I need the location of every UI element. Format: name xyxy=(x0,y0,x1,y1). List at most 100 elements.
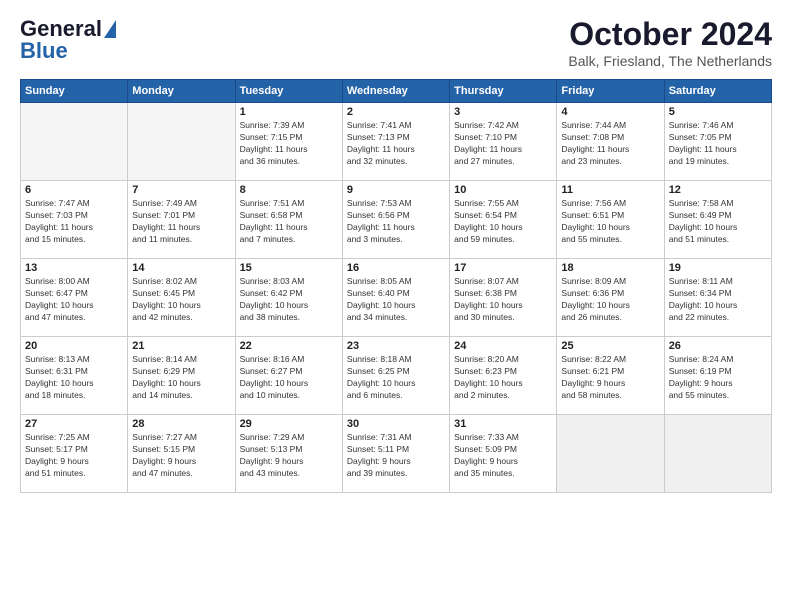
calendar-cell: 6Sunrise: 7:47 AM Sunset: 7:03 PM Daylig… xyxy=(21,181,128,259)
calendar-cell: 12Sunrise: 7:58 AM Sunset: 6:49 PM Dayli… xyxy=(664,181,771,259)
calendar-cell: 9 Sunrise: 7:53 AM Sunset: 6:56 PM Daylig… xyxy=(342,181,449,259)
calendar-cell: 18Sunrise: 8:09 AM Sunset: 6:36 PM Dayli… xyxy=(557,259,664,337)
calendar-cell: 26 Sunrise: 8:24 AM Sunset: 6:19 PM Dayli… xyxy=(664,337,771,415)
calendar-cell: 23Sunrise: 8:18 AM Sunset: 6:25 PM Dayli… xyxy=(342,337,449,415)
weekday-header-friday: Friday xyxy=(557,80,664,103)
day-number: 30 xyxy=(347,418,445,430)
weekday-header-row: SundayMondayTuesdayWednesdayThursdayFrid… xyxy=(21,80,772,103)
day-info: Sunrise: 7:25 AM Sunset: 5:17 PM Dayligh… xyxy=(25,432,123,480)
day-number: 4 xyxy=(561,106,659,118)
location: Balk, Friesland, The Netherlands xyxy=(568,53,772,69)
calendar-cell: 5Sunrise: 7:46 AM Sunset: 7:05 PM Daylig… xyxy=(664,103,771,181)
day-number: 1 xyxy=(240,106,338,118)
day-info: Sunrise: 7:47 AM Sunset: 7:03 PM Dayligh… xyxy=(25,198,123,246)
day-info: Sunrise: 7:31 AM Sunset: 5:11 PM Dayligh… xyxy=(347,432,445,480)
day-info: Sunrise: 7:44 AM Sunset: 7:08 PM Dayligh… xyxy=(561,120,659,168)
day-number: 21 xyxy=(132,340,230,352)
calendar-cell: 10Sunrise: 7:55 AM Sunset: 6:54 PM Dayli… xyxy=(450,181,557,259)
day-info: Sunrise: 8:11 AM Sunset: 6:34 PM Dayligh… xyxy=(669,276,767,324)
calendar-cell: 16Sunrise: 8:05 AM Sunset: 6:40 PM Dayli… xyxy=(342,259,449,337)
day-number: 17 xyxy=(454,262,552,274)
day-info: Sunrise: 8:00 AM Sunset: 6:47 PM Dayligh… xyxy=(25,276,123,324)
day-number: 18 xyxy=(561,262,659,274)
logo-blue: Blue xyxy=(20,38,68,64)
weekday-header-wednesday: Wednesday xyxy=(342,80,449,103)
calendar-cell: 15Sunrise: 8:03 AM Sunset: 6:42 PM Dayli… xyxy=(235,259,342,337)
calendar-cell: 20 Sunrise: 8:13 AM Sunset: 6:31 PM Dayli… xyxy=(21,337,128,415)
day-info: Sunrise: 7:39 AM Sunset: 7:15 PM Dayligh… xyxy=(240,120,338,168)
day-info: Sunrise: 7:29 AM Sunset: 5:13 PM Dayligh… xyxy=(240,432,338,480)
day-info: Sunrise: 7:41 AM Sunset: 7:13 PM Dayligh… xyxy=(347,120,445,168)
weekday-header-thursday: Thursday xyxy=(450,80,557,103)
day-info: Sunrise: 8:05 AM Sunset: 6:40 PM Dayligh… xyxy=(347,276,445,324)
calendar-cell: 21Sunrise: 8:14 AM Sunset: 6:29 PM Dayli… xyxy=(128,337,235,415)
weekday-header-monday: Monday xyxy=(128,80,235,103)
day-number: 25 xyxy=(561,340,659,352)
calendar-week-3: 13 Sunrise: 8:00 AM Sunset: 6:47 PM Dayli… xyxy=(21,259,772,337)
day-number: 10 xyxy=(454,184,552,196)
calendar-cell: 17 Sunrise: 8:07 AM Sunset: 6:38 PM Dayli… xyxy=(450,259,557,337)
day-number: 20 xyxy=(25,340,123,352)
calendar-cell: 22Sunrise: 8:16 AM Sunset: 6:27 PM Dayli… xyxy=(235,337,342,415)
day-number: 3 xyxy=(454,106,552,118)
calendar-cell xyxy=(664,415,771,493)
day-number: 14 xyxy=(132,262,230,274)
calendar-cell: 25 Sunrise: 8:22 AM Sunset: 6:21 PM Dayli… xyxy=(557,337,664,415)
calendar-cell: 24 Sunrise: 8:20 AM Sunset: 6:23 PM Dayli… xyxy=(450,337,557,415)
calendar-week-4: 20 Sunrise: 8:13 AM Sunset: 6:31 PM Dayli… xyxy=(21,337,772,415)
weekday-header-sunday: Sunday xyxy=(21,80,128,103)
day-number: 9 xyxy=(347,184,445,196)
calendar-cell: 31 Sunrise: 7:33 AM Sunset: 5:09 PM Dayli… xyxy=(450,415,557,493)
calendar-cell xyxy=(21,103,128,181)
calendar-cell xyxy=(128,103,235,181)
calendar-cell: 3 Sunrise: 7:42 AM Sunset: 7:10 PM Daylig… xyxy=(450,103,557,181)
calendar-cell: 29 Sunrise: 7:29 AM Sunset: 5:13 PM Dayli… xyxy=(235,415,342,493)
day-number: 29 xyxy=(240,418,338,430)
calendar-cell: 2 Sunrise: 7:41 AM Sunset: 7:13 PM Daylig… xyxy=(342,103,449,181)
day-info: Sunrise: 8:24 AM Sunset: 6:19 PM Dayligh… xyxy=(669,354,767,402)
calendar-cell: 19 Sunrise: 8:11 AM Sunset: 6:34 PM Dayli… xyxy=(664,259,771,337)
day-info: Sunrise: 8:13 AM Sunset: 6:31 PM Dayligh… xyxy=(25,354,123,402)
day-info: Sunrise: 7:46 AM Sunset: 7:05 PM Dayligh… xyxy=(669,120,767,168)
day-info: Sunrise: 7:58 AM Sunset: 6:49 PM Dayligh… xyxy=(669,198,767,246)
calendar-table: SundayMondayTuesdayWednesdayThursdayFrid… xyxy=(20,79,772,493)
logo-triangle-icon xyxy=(104,20,116,38)
logo: General Blue xyxy=(20,16,116,64)
calendar-cell: 13 Sunrise: 8:00 AM Sunset: 6:47 PM Dayli… xyxy=(21,259,128,337)
day-info: Sunrise: 7:56 AM Sunset: 6:51 PM Dayligh… xyxy=(561,198,659,246)
weekday-header-tuesday: Tuesday xyxy=(235,80,342,103)
calendar-week-2: 6Sunrise: 7:47 AM Sunset: 7:03 PM Daylig… xyxy=(21,181,772,259)
day-number: 24 xyxy=(454,340,552,352)
day-info: Sunrise: 8:03 AM Sunset: 6:42 PM Dayligh… xyxy=(240,276,338,324)
day-info: Sunrise: 8:20 AM Sunset: 6:23 PM Dayligh… xyxy=(454,354,552,402)
calendar-week-1: 1 Sunrise: 7:39 AM Sunset: 7:15 PM Daylig… xyxy=(21,103,772,181)
calendar-cell: 27Sunrise: 7:25 AM Sunset: 5:17 PM Dayli… xyxy=(21,415,128,493)
day-info: Sunrise: 7:27 AM Sunset: 5:15 PM Dayligh… xyxy=(132,432,230,480)
day-number: 22 xyxy=(240,340,338,352)
header: General Blue October 2024 Balk, Frieslan… xyxy=(20,16,772,69)
day-info: Sunrise: 8:22 AM Sunset: 6:21 PM Dayligh… xyxy=(561,354,659,402)
page: General Blue October 2024 Balk, Frieslan… xyxy=(0,0,792,503)
day-number: 2 xyxy=(347,106,445,118)
day-info: Sunrise: 8:18 AM Sunset: 6:25 PM Dayligh… xyxy=(347,354,445,402)
calendar-cell: 30 Sunrise: 7:31 AM Sunset: 5:11 PM Dayli… xyxy=(342,415,449,493)
weekday-header-saturday: Saturday xyxy=(664,80,771,103)
day-number: 26 xyxy=(669,340,767,352)
day-number: 19 xyxy=(669,262,767,274)
title-block: October 2024 Balk, Friesland, The Nether… xyxy=(568,16,772,69)
day-info: Sunrise: 8:07 AM Sunset: 6:38 PM Dayligh… xyxy=(454,276,552,324)
day-number: 31 xyxy=(454,418,552,430)
day-info: Sunrise: 7:33 AM Sunset: 5:09 PM Dayligh… xyxy=(454,432,552,480)
calendar-cell: 11Sunrise: 7:56 AM Sunset: 6:51 PM Dayli… xyxy=(557,181,664,259)
day-info: Sunrise: 7:42 AM Sunset: 7:10 PM Dayligh… xyxy=(454,120,552,168)
day-number: 7 xyxy=(132,184,230,196)
day-number: 28 xyxy=(132,418,230,430)
calendar-cell: 7Sunrise: 7:49 AM Sunset: 7:01 PM Daylig… xyxy=(128,181,235,259)
calendar-cell: 1 Sunrise: 7:39 AM Sunset: 7:15 PM Daylig… xyxy=(235,103,342,181)
day-info: Sunrise: 7:53 AM Sunset: 6:56 PM Dayligh… xyxy=(347,198,445,246)
calendar-cell: 8Sunrise: 7:51 AM Sunset: 6:58 PM Daylig… xyxy=(235,181,342,259)
calendar-week-5: 27Sunrise: 7:25 AM Sunset: 5:17 PM Dayli… xyxy=(21,415,772,493)
day-number: 13 xyxy=(25,262,123,274)
day-info: Sunrise: 8:02 AM Sunset: 6:45 PM Dayligh… xyxy=(132,276,230,324)
calendar-cell: 14 Sunrise: 8:02 AM Sunset: 6:45 PM Dayli… xyxy=(128,259,235,337)
